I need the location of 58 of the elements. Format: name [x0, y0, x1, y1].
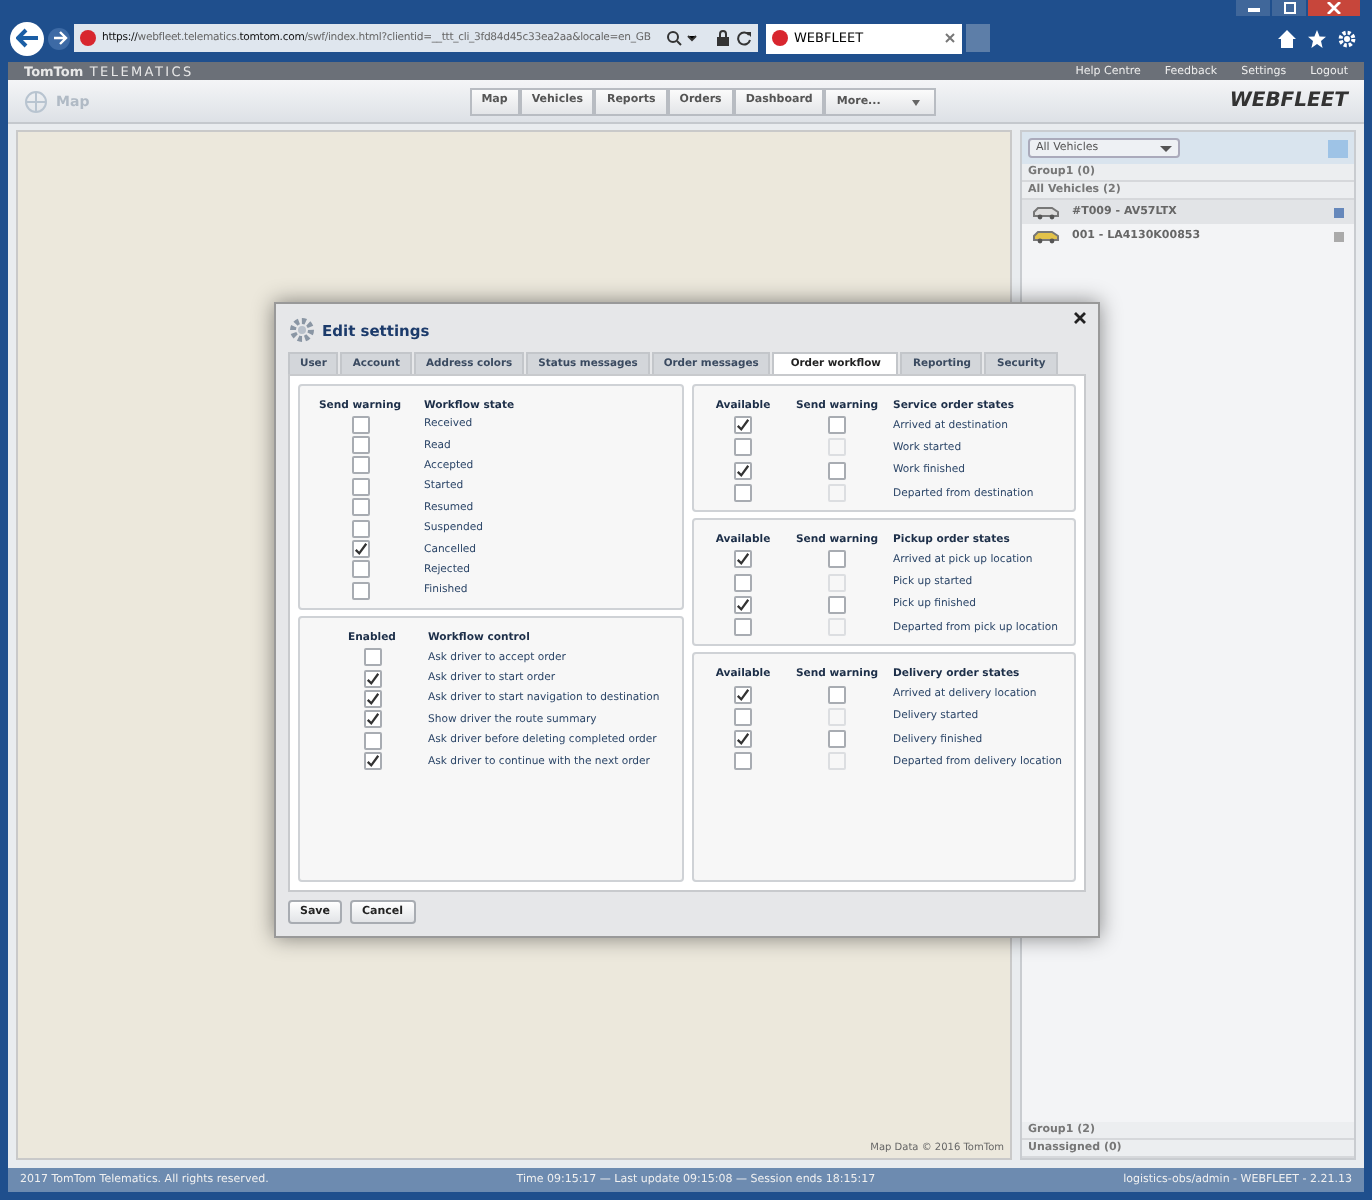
checkbox[interactable] — [363, 731, 381, 750]
checkbox[interactable] — [351, 415, 369, 434]
forward-button[interactable] — [48, 27, 70, 49]
checkbox[interactable] — [363, 752, 381, 771]
status-icon — [1334, 231, 1344, 241]
back-button[interactable] — [10, 21, 44, 55]
status-icon — [1334, 207, 1344, 217]
close-button[interactable] — [1308, 0, 1360, 16]
checkbox[interactable] — [351, 477, 369, 496]
site-logo-icon — [80, 30, 96, 46]
close-icon[interactable] — [1074, 312, 1086, 324]
settings-icon[interactable] — [1338, 29, 1356, 47]
checkbox[interactable] — [734, 416, 752, 435]
checkbox[interactable] — [363, 669, 381, 688]
car-icon — [1032, 228, 1060, 244]
checkbox[interactable] — [734, 752, 752, 771]
caret-icon — [1160, 143, 1172, 153]
minimize-button[interactable] — [1236, 0, 1270, 16]
checkbox[interactable] — [734, 438, 752, 457]
checkbox[interactable] — [363, 648, 381, 667]
checkbox[interactable] — [351, 519, 369, 538]
checkbox[interactable] — [351, 498, 369, 517]
checkbox[interactable] — [351, 581, 369, 600]
checkbox[interactable] — [734, 618, 752, 637]
globe-icon — [24, 89, 48, 113]
checkbox[interactable] — [828, 550, 846, 569]
checkbox[interactable] — [351, 540, 369, 559]
home-icon[interactable] — [1278, 29, 1296, 47]
checkbox[interactable] — [351, 560, 369, 579]
checkbox[interactable] — [363, 689, 381, 708]
gear-icon — [288, 316, 316, 344]
list-view-button[interactable] — [1328, 139, 1348, 157]
maximize-icon — [1281, 2, 1297, 14]
webfleet-logo: WEBFLEET — [1229, 90, 1348, 112]
checkbox[interactable] — [734, 730, 752, 749]
checkbox[interactable] — [351, 456, 369, 475]
checkbox[interactable] — [828, 416, 846, 435]
checkbox[interactable] — [363, 710, 381, 729]
checkbox[interactable] — [734, 550, 752, 569]
car-icon — [1032, 204, 1060, 220]
checkbox[interactable] — [734, 707, 752, 726]
lock-icon — [716, 30, 730, 46]
checkbox[interactable] — [828, 685, 846, 704]
close-icon — [1326, 2, 1342, 14]
star-icon[interactable] — [1308, 29, 1326, 47]
checkbox[interactable] — [734, 484, 752, 503]
checkbox[interactable] — [351, 436, 369, 455]
minimize-icon — [1245, 2, 1261, 14]
site-logo-icon — [772, 30, 788, 46]
checkbox[interactable] — [828, 595, 846, 614]
checkbox[interactable] — [734, 685, 752, 704]
maximize-button[interactable] — [1272, 0, 1306, 16]
checkbox[interactable] — [734, 573, 752, 592]
checkbox[interactable] — [828, 730, 846, 749]
checkbox[interactable] — [734, 461, 752, 480]
checkbox[interactable] — [734, 595, 752, 614]
checkbox[interactable] — [828, 461, 846, 480]
refresh-icon[interactable] — [736, 30, 752, 46]
